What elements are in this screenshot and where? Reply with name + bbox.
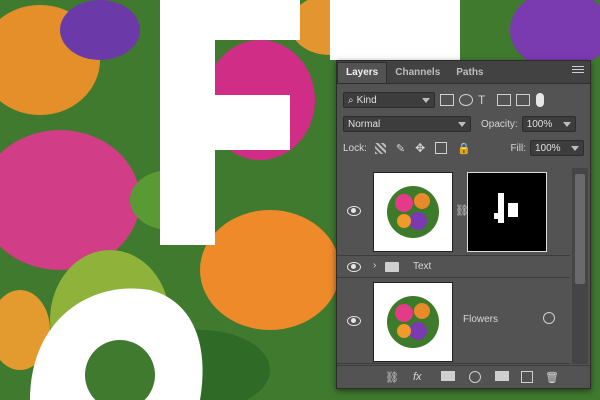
layer-thumbnail [373,282,453,362]
panel-menu-icon[interactable] [572,66,584,76]
lock-label: Lock: [343,142,367,154]
filter-row: ⌕ Kind T [337,88,590,112]
layers-scrollbar[interactable] [572,168,588,364]
visibility-eye-icon[interactable] [347,262,361,272]
fill-value: 100% [535,142,561,154]
panel-tabs: Layers Channels Paths [337,61,590,84]
add-mask-icon[interactable] [441,371,455,381]
visibility-eye-icon[interactable] [347,316,361,326]
visibility-eye-icon[interactable] [347,206,361,216]
opacity-value: 100% [526,118,553,130]
fill-label: Fill: [510,142,526,154]
link-icon[interactable]: ⛓ [385,371,399,384]
filter-shape-icon[interactable] [497,94,511,106]
layer-row-group-text[interactable]: › Text [337,256,570,278]
fx-icon[interactable]: fx [413,371,422,383]
opacity-label: Opacity: [481,118,518,130]
blend-mode-value: Normal [348,118,381,130]
layers-panel: Layers Channels Paths ⌕ Kind T Normal Op… [336,60,591,389]
group-folder-icon[interactable] [495,371,509,381]
chevron-down-icon [422,97,430,103]
opacity-field[interactable]: 100% [521,116,576,132]
adjustment-icon[interactable] [469,371,481,383]
search-icon: ⌕ [348,94,354,106]
lock-image-brush-icon[interactable]: ✎ [396,142,405,155]
flower-thumb-image [387,296,439,348]
tab-layers[interactable]: Layers [337,62,388,83]
lock-row: Lock: ✎ ✥ 🔒 Fill: 100% [337,136,590,160]
mask-shape [494,193,518,223]
trash-icon[interactable]: 🗑 [545,371,559,384]
folder-icon [385,262,399,272]
flower-thumb-image [387,186,439,238]
layer-name: Text [413,261,432,272]
layer-name: Flowers [463,314,499,325]
filter-toggle-icon[interactable] [536,93,544,107]
chevron-right-icon[interactable]: › [373,260,376,271]
new-layer-icon[interactable] [521,371,533,383]
smart-object-icon [543,312,555,324]
tab-channels[interactable]: Channels [387,63,448,83]
scrollbar-thumb[interactable] [575,174,585,284]
chevron-down-icon [562,121,571,127]
filter-kind-select[interactable]: ⌕ Kind [343,92,435,108]
layer-thumbnail [373,172,453,252]
lock-position-move-icon[interactable]: ✥ [415,141,425,155]
panel-footer: ⛓ fx 🗑 [337,365,590,388]
chevron-down-icon [571,145,579,151]
layer-mask-thumbnail[interactable] [467,172,547,252]
filter-smart-object-icon[interactable] [516,94,530,106]
layer-row-flowers[interactable]: Flowers [337,278,570,364]
blend-mode-select[interactable]: Normal [343,116,471,132]
filter-adjustment-icon[interactable] [459,94,473,106]
layer-row-masked[interactable]: ⛓ [337,168,570,256]
chevron-down-icon [458,121,466,127]
fill-field[interactable]: 100% [530,140,584,156]
tab-paths[interactable]: Paths [448,63,491,83]
filter-kind-value: Kind [356,94,377,106]
lock-artboard-icon[interactable] [435,142,448,154]
lock-all-icon[interactable]: 🔒 [457,142,471,155]
blend-row: Normal Opacity: 100% [337,112,590,136]
filter-type-icon[interactable]: T [478,94,492,106]
filter-pixel-icon[interactable] [440,94,454,106]
lock-transparent-icon[interactable] [374,142,386,154]
layers-list: ⛓ › Text Flowers [337,168,570,364]
